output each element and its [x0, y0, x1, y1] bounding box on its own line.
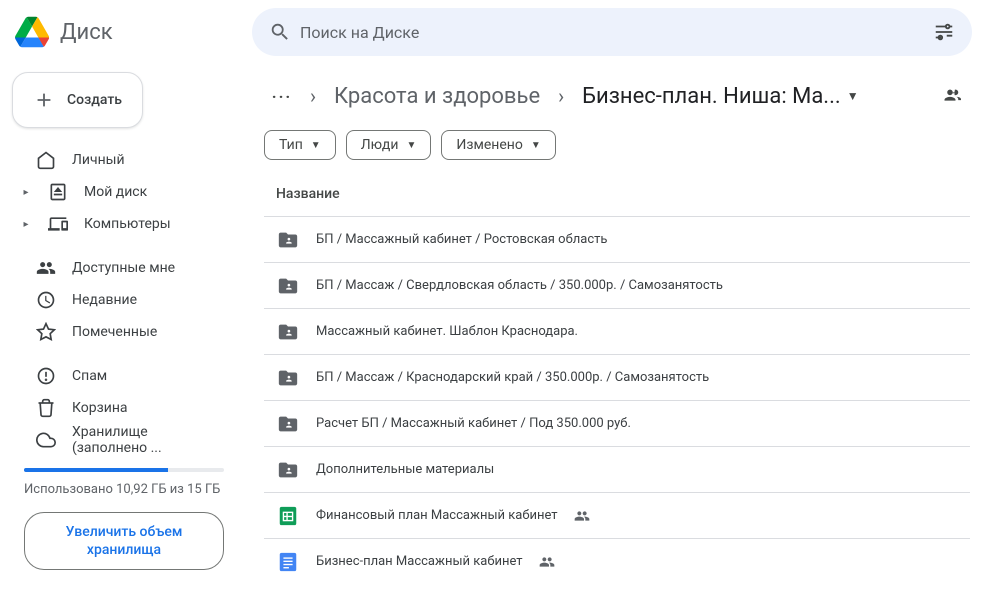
- folder-shared-icon: [276, 366, 300, 390]
- caret-down-icon: ▼: [531, 140, 541, 151]
- nav-secondary: Доступные мне Недавние Помеченные: [12, 252, 236, 348]
- filter-modified[interactable]: Изменено ▼: [441, 130, 555, 160]
- star-icon: [36, 322, 56, 342]
- caret-down-icon: ▼: [847, 89, 859, 103]
- nav-label: Хранилище (заполнено ...: [72, 424, 224, 456]
- nav-starred[interactable]: Помеченные: [12, 316, 236, 348]
- search-bar: [252, 8, 972, 56]
- file-name: Финансовый план Массажный кабинет: [316, 508, 558, 523]
- file-name: БП / Массаж / Краснодарский край / 350.0…: [316, 370, 709, 385]
- nav-label: Корзина: [72, 400, 128, 416]
- caret-down-icon: ▼: [311, 140, 321, 151]
- expand-arrow-icon[interactable]: ▸: [20, 187, 32, 198]
- search-options-icon[interactable]: [924, 12, 964, 52]
- create-button-label: Создать: [67, 92, 122, 108]
- file-row[interactable]: Расчет БП / Массажный кабинет / Под 350.…: [264, 400, 970, 446]
- nav-label: Недавние: [72, 292, 137, 308]
- breadcrumb: ··· › Красота и здоровье › Бизнес-план. …: [264, 72, 970, 120]
- nav-personal[interactable]: Личный: [12, 144, 236, 176]
- main-content: ··· › Красота и здоровье › Бизнес-план. …: [248, 64, 986, 616]
- storage-progress-bar: [24, 468, 224, 472]
- app-header: Диск: [0, 0, 986, 64]
- expand-arrow-icon[interactable]: ▸: [20, 219, 32, 230]
- storage-progress-fill: [24, 468, 168, 472]
- chevron-right-icon: ›: [304, 84, 322, 108]
- file-name: БП / Массажный кабинет / Ростовская обла…: [316, 232, 607, 247]
- storage-section: Использовано 10,92 ГБ из 15 ГБ Увеличить…: [12, 460, 236, 570]
- sheets-icon: [276, 504, 300, 528]
- devices-icon: [48, 214, 68, 234]
- nav-label: Компьютеры: [84, 216, 171, 232]
- file-name: Массажный кабинет. Шаблон Краснодара.: [316, 324, 578, 339]
- nav-label: Спам: [72, 368, 107, 384]
- file-row[interactable]: Дополнительные материалы: [264, 446, 970, 492]
- spam-icon: [36, 366, 56, 386]
- product-name: Диск: [60, 20, 113, 45]
- nav-label: Личный: [72, 152, 125, 168]
- file-row[interactable]: Массажный кабинет. Шаблон Краснодара.: [264, 308, 970, 354]
- folder-shared-icon: [276, 228, 300, 252]
- filter-label: Люди: [361, 137, 399, 153]
- nav-label: Помеченные: [72, 324, 157, 340]
- recent-icon: [36, 290, 56, 310]
- drive-logo-icon: [12, 12, 52, 52]
- column-header-name[interactable]: Название: [264, 178, 970, 216]
- filter-label: Изменено: [456, 137, 522, 153]
- nav-primary: Личный ▸ Мой диск ▸ Компьютеры: [12, 144, 236, 240]
- share-people-icon: [939, 85, 961, 107]
- folder-shared-icon: [276, 274, 300, 298]
- filter-row: Тип ▼ Люди ▼ Изменено ▼: [264, 130, 970, 160]
- chevron-right-icon: ›: [552, 84, 570, 108]
- search-icon[interactable]: [260, 12, 300, 52]
- caret-down-icon: ▼: [406, 140, 416, 151]
- filter-type[interactable]: Тип ▼: [264, 130, 336, 160]
- sidebar: Создать Личный ▸ Мой диск ▸ Компьютеры Д…: [0, 64, 248, 616]
- nav-label: Доступные мне: [72, 260, 175, 276]
- nav-storage[interactable]: Хранилище (заполнено ...: [12, 424, 236, 456]
- nav-recent[interactable]: Недавние: [12, 284, 236, 316]
- nav-tertiary: Спам Корзина Хранилище (заполнено ...: [12, 360, 236, 456]
- file-row[interactable]: БП / Массаж / Краснодарский край / 350.0…: [264, 354, 970, 400]
- file-name: БП / Массаж / Свердловская область / 350…: [316, 278, 723, 293]
- file-name: Расчет БП / Массажный кабинет / Под 350.…: [316, 416, 631, 431]
- search-input[interactable]: [300, 23, 924, 42]
- breadcrumb-current[interactable]: Бизнес-план. Ниша: Ма... ▼: [574, 80, 866, 113]
- file-row[interactable]: БП / Массажный кабинет / Ростовская обла…: [264, 216, 970, 262]
- upgrade-storage-button[interactable]: Увеличить объем хранилища: [24, 512, 224, 570]
- home-icon: [36, 150, 56, 170]
- file-name: Дополнительные материалы: [316, 462, 494, 477]
- folder-shared-icon: [276, 412, 300, 436]
- logo-area: Диск: [12, 12, 236, 52]
- shared-badge-icon: [574, 508, 590, 524]
- nav-trash[interactable]: Корзина: [12, 392, 236, 424]
- filter-label: Тип: [279, 137, 303, 153]
- breadcrumb-parent[interactable]: Красота и здоровье: [326, 80, 548, 113]
- file-list: БП / Массажный кабинет / Ростовская обла…: [264, 216, 970, 584]
- share-button[interactable]: [930, 76, 970, 116]
- nav-computers[interactable]: ▸ Компьютеры: [12, 208, 236, 240]
- folder-shared-icon: [276, 458, 300, 482]
- cloud-icon: [36, 430, 56, 450]
- create-button[interactable]: Создать: [12, 72, 143, 128]
- file-row[interactable]: Бизнес-план Массажный кабинет: [264, 538, 970, 584]
- plus-icon: [33, 89, 55, 111]
- folder-shared-icon: [276, 320, 300, 344]
- nav-shared-with-me[interactable]: Доступные мне: [12, 252, 236, 284]
- nav-label: Мой диск: [84, 184, 147, 200]
- storage-usage-text: Использовано 10,92 ГБ из 15 ГБ: [20, 480, 228, 500]
- breadcrumb-current-label: Бизнес-план. Ниша: Ма...: [582, 84, 841, 109]
- docs-icon: [276, 550, 300, 574]
- shared-icon: [36, 258, 56, 278]
- filter-people[interactable]: Люди ▼: [346, 130, 432, 160]
- breadcrumb-overflow-button[interactable]: ···: [264, 78, 300, 114]
- trash-icon: [36, 398, 56, 418]
- nav-spam[interactable]: Спам: [12, 360, 236, 392]
- file-name: Бизнес-план Массажный кабинет: [316, 554, 523, 569]
- file-row[interactable]: Финансовый план Массажный кабинет: [264, 492, 970, 538]
- drive-icon: [48, 182, 68, 202]
- shared-badge-icon: [539, 554, 555, 570]
- file-row[interactable]: БП / Массаж / Свердловская область / 350…: [264, 262, 970, 308]
- nav-my-drive[interactable]: ▸ Мой диск: [12, 176, 236, 208]
